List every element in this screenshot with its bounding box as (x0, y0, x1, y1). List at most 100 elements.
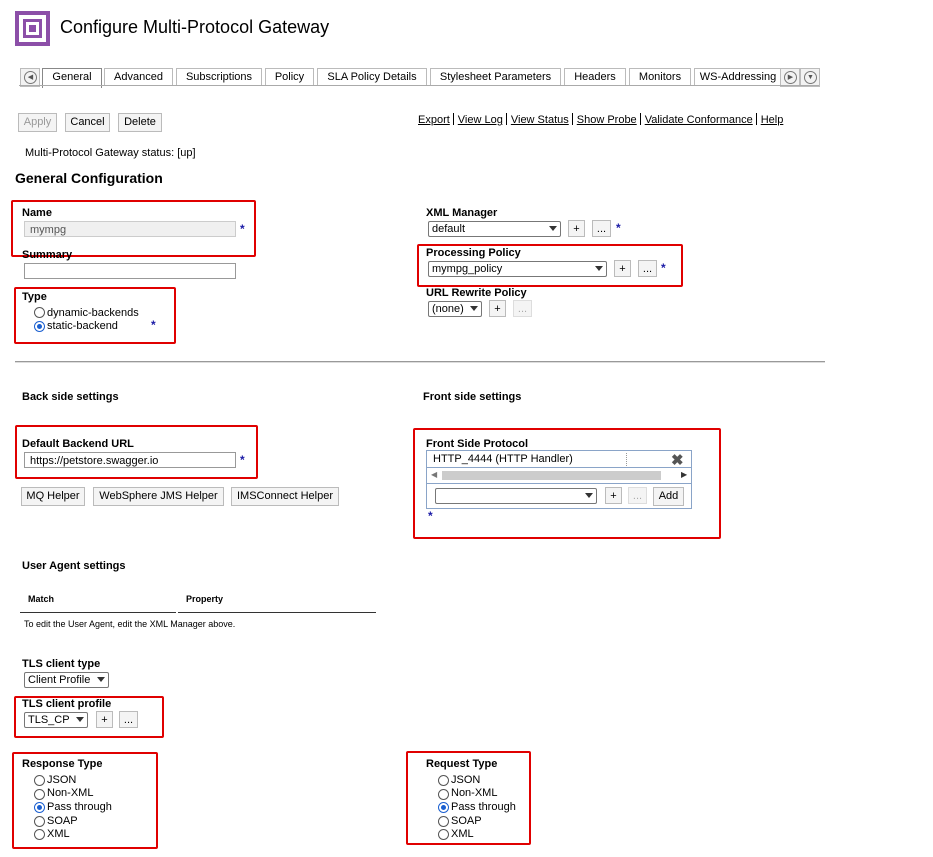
url-rewrite-add-button[interactable]: + (489, 300, 506, 317)
request-type-soap-label: SOAP (451, 815, 482, 827)
tls-client-type-select[interactable]: Client Profile (24, 672, 109, 688)
xml-manager-value: default (432, 223, 466, 235)
response-type-non-xml-radio[interactable] (34, 789, 45, 800)
url-rewrite-edit-button[interactable]: ... (513, 300, 532, 317)
processing-policy-add-button[interactable]: + (614, 260, 631, 277)
tls-client-profile-add-button[interactable]: + (96, 711, 113, 728)
match-column-header: Match (28, 594, 55, 604)
view-status-link[interactable]: View Status (511, 114, 569, 126)
request-type-non-xml-label: Non-XML (451, 787, 498, 799)
processing-policy-label: Processing Policy (426, 247, 521, 259)
url-rewrite-policy-value: (none) (432, 303, 464, 315)
default-backend-url-label: Default Backend URL (22, 438, 134, 450)
response-type-xml-label: XML (47, 828, 70, 840)
front-side-protocol-select[interactable] (435, 488, 597, 504)
apply-button[interactable]: Apply (18, 113, 57, 132)
xml-manager-edit-button[interactable]: ... (592, 220, 611, 237)
tab-divider (19, 85, 819, 86)
request-type-json-radio[interactable] (438, 775, 449, 786)
processing-policy-value: mympg_policy (432, 263, 503, 275)
type-static-backend-label: static-backend (47, 320, 118, 332)
validate-conformance-link[interactable]: Validate Conformance (645, 114, 753, 126)
default-backend-url-field[interactable]: https://petstore.swagger.io (24, 452, 236, 468)
chevron-down-icon: ▼ (804, 71, 817, 84)
tab-headers[interactable]: Headers (564, 68, 626, 86)
type-dynamic-backends-label: dynamic-backends (47, 307, 139, 319)
front-side-protocol-item[interactable]: HTTP_4444 (HTTP Handler) (433, 453, 573, 465)
request-type-non-xml-radio[interactable] (438, 789, 449, 800)
mq-helper-button[interactable]: MQ Helper (21, 487, 85, 506)
tab-stylesheet-parameters[interactable]: Stylesheet Parameters (430, 68, 561, 86)
tab-ws-addressing[interactable]: WS-Addressing (694, 68, 782, 86)
websphere-jms-helper-button[interactable]: WebSphere JMS Helper (93, 487, 224, 506)
action-links: Export View Log View Status Show Probe Valid… (418, 113, 783, 126)
response-type-pass-through-radio[interactable] (34, 802, 45, 813)
front-side-protocol-new-button[interactable]: + (605, 487, 622, 504)
summary-field[interactable] (24, 263, 236, 279)
required-marker: * (240, 222, 245, 236)
url-rewrite-policy-label: URL Rewrite Policy (426, 287, 527, 299)
front-side-protocol-edit-button[interactable]: ... (628, 487, 647, 504)
type-dynamic-backends-radio[interactable] (34, 307, 45, 318)
request-type-pass-through-label: Pass through (451, 801, 516, 813)
front-side-protocol-add-button[interactable]: Add (653, 487, 684, 506)
type-static-backend-radio[interactable] (34, 321, 45, 332)
request-type-xml-radio[interactable] (438, 829, 449, 840)
response-type-soap-radio[interactable] (34, 816, 45, 827)
scroll-left-icon[interactable]: ◀ (431, 470, 437, 479)
xml-manager-select[interactable]: default (428, 221, 561, 237)
view-log-link[interactable]: View Log (458, 114, 503, 126)
tls-client-profile-select[interactable]: TLS_CP (24, 712, 88, 728)
request-type-label: Request Type (426, 758, 498, 770)
xml-manager-label: XML Manager (426, 207, 498, 219)
response-type-json-label: JSON (47, 774, 77, 786)
property-column-header: Property (186, 594, 224, 604)
export-link[interactable]: Export (418, 114, 450, 126)
type-label: Type (22, 291, 47, 303)
delete-button[interactable]: Delete (118, 113, 162, 132)
tab-advanced[interactable]: Advanced (104, 68, 173, 86)
processing-policy-edit-button[interactable]: ... (638, 260, 657, 277)
tab-policy[interactable]: Policy (265, 68, 314, 86)
response-type-json-radio[interactable] (34, 775, 45, 786)
response-type-pass-through-label: Pass through (47, 801, 112, 813)
datapower-logo-icon (15, 11, 50, 46)
request-type-pass-through-radio[interactable] (438, 802, 449, 813)
page-title: Configure Multi-Protocol Gateway (60, 17, 330, 37)
list-divider (427, 467, 691, 468)
tls-client-type-label: TLS client type (22, 658, 101, 670)
show-probe-link[interactable]: Show Probe (577, 114, 637, 126)
list-divider (427, 483, 691, 484)
required-marker: * (616, 221, 621, 235)
help-link[interactable]: Help (761, 114, 784, 126)
tls-client-profile-edit-button[interactable]: ... (119, 711, 138, 728)
required-marker: * (240, 453, 245, 467)
imsconnect-helper-button[interactable]: IMSConnect Helper (231, 487, 339, 506)
name-field[interactable]: mympg (24, 221, 236, 237)
column-divider (626, 453, 627, 466)
tab-monitors[interactable]: Monitors (629, 68, 691, 86)
request-type-soap-radio[interactable] (438, 816, 449, 827)
processing-policy-select[interactable]: mympg_policy (428, 261, 607, 277)
front-side-protocol-list: HTTP_4444 (HTTP Handler) ✖ ◀ ▶ + ... Add (426, 450, 692, 509)
required-marker: * (661, 261, 666, 275)
url-rewrite-policy-select[interactable]: (none) (428, 301, 482, 317)
request-type-json-label: JSON (451, 774, 481, 786)
response-type-label: Response Type (22, 758, 103, 770)
scroll-right-icon[interactable]: ▶ (681, 470, 687, 479)
required-marker: * (428, 509, 433, 523)
user-agent-settings-heading: User Agent settings (22, 560, 126, 572)
back-side-settings-heading: Back side settings (22, 391, 119, 403)
request-type-xml-label: XML (451, 828, 474, 840)
arrow-right-icon: ▶ (784, 71, 797, 84)
xml-manager-add-button[interactable]: + (568, 220, 585, 237)
tls-client-type-value: Client Profile (28, 674, 91, 686)
tls-client-profile-value: TLS_CP (28, 714, 70, 726)
tab-sla-policy-details[interactable]: SLA Policy Details (317, 68, 427, 86)
horizontal-scrollbar[interactable] (442, 471, 661, 480)
front-side-settings-heading: Front side settings (423, 391, 522, 403)
name-label: Name (22, 207, 52, 219)
tab-subscriptions[interactable]: Subscriptions (176, 68, 262, 86)
cancel-button[interactable]: Cancel (65, 113, 110, 132)
response-type-xml-radio[interactable] (34, 829, 45, 840)
